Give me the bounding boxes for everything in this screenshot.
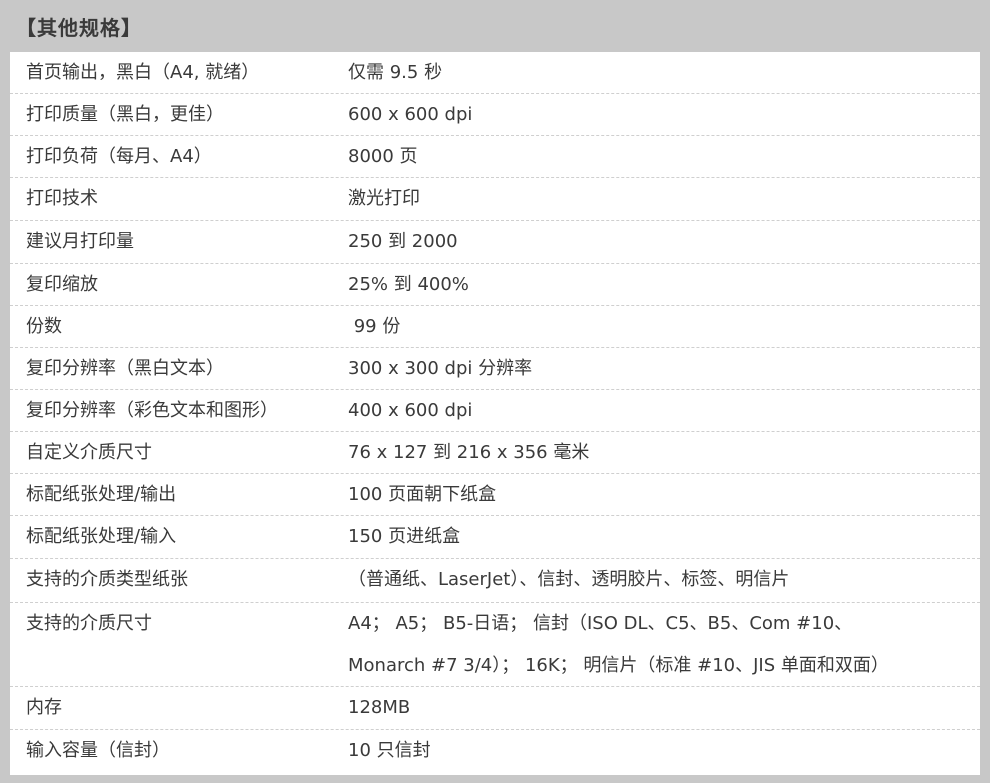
table-row: 复印分辨率（彩色文本和图形） 400 x 600 dpi <box>10 390 980 432</box>
spec-value: （普通纸、LaserJet）、信封、透明胶片、标签、明信片 <box>348 569 790 590</box>
spec-label: 内存 <box>26 697 62 718</box>
spec-label: 自定义介质尺寸 <box>26 442 152 463</box>
table-row: 打印负荷（每月、A4） 8000 页 <box>10 136 980 178</box>
spec-label: 支持的介质尺寸 <box>26 613 152 634</box>
table-row: 份数 99 份 <box>10 306 980 348</box>
spec-value: 600 x 600 dpi <box>348 104 473 125</box>
spec-value: 激光打印 <box>348 188 420 209</box>
table-row: 打印技术 激光打印 <box>10 178 980 221</box>
table-row: 支持的介质尺寸 A4； A5； B5-日语； 信封（ISO DL、C5、B5、C… <box>10 603 980 687</box>
spec-table: 首页输出，黑白（A4, 就绪） 仅需 9.5 秒 打印质量（黑白，更佳） 600… <box>10 52 980 775</box>
spec-value: 8000 页 <box>348 146 418 167</box>
spec-value: 100 页面朝下纸盒 <box>348 484 497 505</box>
spec-label: 首页输出，黑白（A4, 就绪） <box>26 62 260 83</box>
table-row: 自定义介质尺寸 76 x 127 到 216 x 356 毫米 <box>10 432 980 474</box>
spec-value: 99 份 <box>348 316 401 337</box>
spec-value: 400 x 600 dpi <box>348 400 473 421</box>
table-row: 建议月打印量 250 到 2000 <box>10 221 980 264</box>
spec-label: 打印质量（黑白，更佳） <box>26 104 224 125</box>
spec-value: 300 x 300 dpi 分辨率 <box>348 358 533 379</box>
spec-value: 10 只信封 <box>348 740 431 761</box>
table-row: 复印分辨率（黑白文本） 300 x 300 dpi 分辨率 <box>10 348 980 390</box>
spec-label: 复印分辨率（黑白文本） <box>26 358 224 379</box>
spec-value: 仅需 9.5 秒 <box>348 62 443 83</box>
table-row: 内存 128MB <box>10 687 980 730</box>
table-row: 标配纸张处理/输出 100 页面朝下纸盒 <box>10 474 980 516</box>
spec-label: 输入容量（信封） <box>26 740 170 761</box>
spec-value: 250 到 2000 <box>348 231 458 252</box>
spec-value: 25% 到 400% <box>348 274 469 295</box>
spec-label: 打印技术 <box>26 188 98 209</box>
spec-label: 份数 <box>26 316 62 337</box>
table-row: 支持的介质类型纸张 （普通纸、LaserJet）、信封、透明胶片、标签、明信片 <box>10 559 980 603</box>
spec-value: 76 x 127 到 216 x 356 毫米 <box>348 442 590 463</box>
section-title: 【其他规格】 <box>16 16 142 40</box>
spec-label: 复印缩放 <box>26 274 98 295</box>
spec-label: 标配纸张处理/输入 <box>26 526 177 547</box>
spec-label: 复印分辨率（彩色文本和图形） <box>26 400 278 421</box>
table-row: 复印缩放 25% 到 400% <box>10 264 980 306</box>
spec-label: 标配纸张处理/输出 <box>26 484 177 505</box>
table-row: 输入容量（信封） 10 只信封 <box>10 730 980 772</box>
spec-label: 支持的介质类型纸张 <box>26 569 188 590</box>
spec-value: A4； A5； B5-日语； 信封（ISO DL、C5、B5、Com #10、 … <box>348 613 889 676</box>
table-row: 打印质量（黑白，更佳） 600 x 600 dpi <box>10 94 980 136</box>
section-header: 【其他规格】 <box>0 0 990 52</box>
table-row: 标配纸张处理/输入 150 页进纸盒 <box>10 516 980 559</box>
spec-label: 建议月打印量 <box>26 231 134 252</box>
spec-value: 128MB <box>348 697 411 718</box>
spec-value: 150 页进纸盒 <box>348 526 461 547</box>
table-row: 首页输出，黑白（A4, 就绪） 仅需 9.5 秒 <box>10 52 980 94</box>
spec-label: 打印负荷（每月、A4） <box>26 146 212 167</box>
